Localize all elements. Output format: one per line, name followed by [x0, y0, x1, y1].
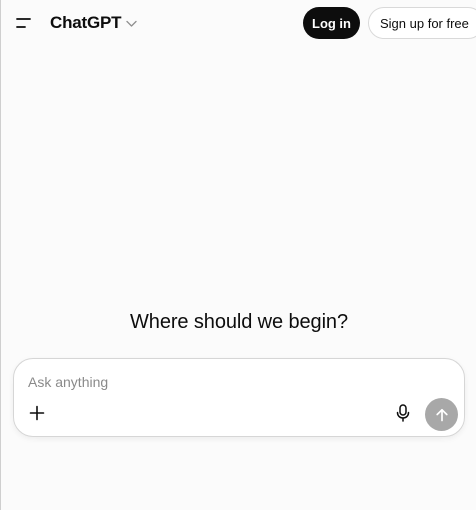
plus-icon	[29, 405, 45, 421]
send-button[interactable]	[425, 398, 458, 431]
attach-button[interactable]	[26, 402, 48, 424]
voice-input-button[interactable]	[392, 402, 414, 424]
page-heading: Where should we begin?	[130, 311, 348, 333]
sidebar-menu-icon	[16, 17, 34, 29]
model-name: ChatGPT	[50, 13, 122, 32]
app-window: ChatGPT Log in Sign up for free Where sh…	[0, 0, 476, 510]
model-switcher[interactable]: ChatGPT	[50, 12, 137, 34]
header: ChatGPT Log in Sign up for free	[1, 0, 476, 46]
arrow-up-icon	[435, 408, 449, 422]
login-button[interactable]: Log in	[303, 7, 360, 39]
prompt-input[interactable]	[28, 372, 388, 392]
chevron-down-icon	[126, 20, 137, 28]
microphone-icon	[396, 404, 410, 422]
signup-button[interactable]: Sign up for free	[368, 7, 476, 39]
sidebar-toggle-button[interactable]	[11, 10, 39, 36]
prompt-composer	[13, 358, 465, 437]
